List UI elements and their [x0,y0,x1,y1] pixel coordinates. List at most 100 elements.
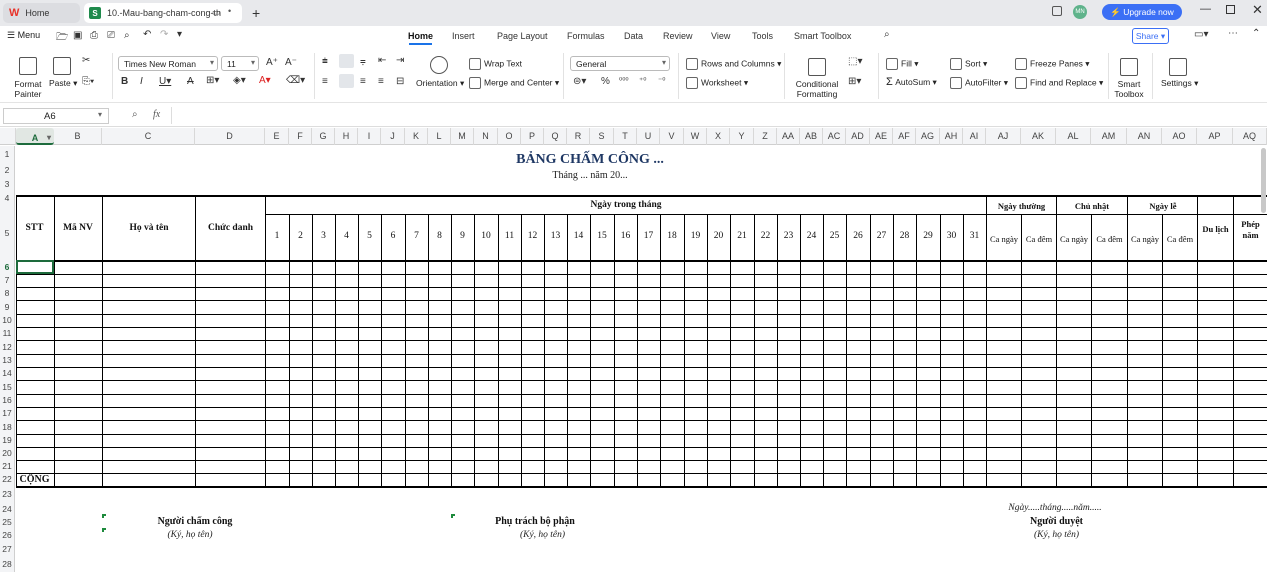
column-header[interactable]: C [102,128,195,145]
avatar[interactable]: MN [1073,5,1087,19]
window-layout-icon[interactable] [1052,6,1062,16]
vertical-scrollbar[interactable] [1261,148,1266,213]
decrease-decimal-icon[interactable]: ⁻⁰ [658,76,665,85]
ribbon-tab-review[interactable]: Review [663,31,693,41]
currency-icon[interactable]: ⊜▾ [573,76,586,87]
more-quick-access-icon[interactable]: ▾ [177,29,182,40]
ribbon-tab-data[interactable]: Data [624,31,643,41]
share-button[interactable]: Share ▾ [1132,28,1169,44]
row-header[interactable]: 14 [0,367,15,380]
font-size-select[interactable]: 11 [221,56,259,71]
clear-format-icon[interactable]: ⌫▾ [286,75,305,86]
increase-indent-icon[interactable]: ⇥ [396,55,404,66]
column-header[interactable]: P [521,128,544,145]
maximize-button[interactable] [1226,5,1235,14]
align-right-icon[interactable]: ≡ [360,76,366,87]
row-header[interactable]: 3 [0,178,15,191]
row-header[interactable]: 12 [0,340,15,354]
column-header[interactable]: B [54,128,102,145]
bold-icon[interactable]: B [121,76,128,87]
ribbon-tab-home[interactable]: Home [408,31,433,45]
row-header[interactable]: 21 [0,460,15,473]
ribbon-tab-page-layout[interactable]: Page Layout [497,31,548,41]
wrap-text-button[interactable]: Wrap Text [469,58,522,70]
row-header[interactable]: 7 [0,274,15,287]
justify-icon[interactable]: ≡ [378,76,384,87]
row-header[interactable]: 19 [0,434,15,447]
row-header[interactable]: 28 [0,556,15,572]
percent-icon[interactable]: % [601,76,610,87]
column-header[interactable]: S [590,128,614,145]
row-header[interactable]: 11 [0,327,15,340]
column-header[interactable]: AB [800,128,823,145]
smart-toolbox-button[interactable]: Smart Toolbox [1113,79,1145,99]
comment-icon[interactable]: ▭▾ [1194,29,1208,40]
font-name-select[interactable]: Times New Roman [118,56,218,71]
tab-document[interactable]: S 10.-Mau-bang-cham-cong-th ▭ • [84,3,242,23]
row-header[interactable]: 8 [0,287,15,300]
align-bottom-icon[interactable]: ⩦ [360,56,366,67]
decrease-indent-icon[interactable]: ⇤ [378,55,386,66]
close-window-button[interactable]: ✕ [1252,2,1263,18]
column-header[interactable]: Z [754,128,777,145]
column-header[interactable]: K [405,128,428,145]
column-header[interactable]: O [498,128,521,145]
name-box-dropdown-icon[interactable]: ▾ [98,110,102,119]
row-header[interactable]: 9 [0,300,15,314]
row-header[interactable]: 13 [0,354,15,367]
row-header[interactable]: 10 [0,314,15,327]
table-style-icon[interactable]: ⊞▾ [848,76,861,87]
autosum-button[interactable]: Σ AutoSum ▾ [886,77,937,88]
copy-icon[interactable]: ⎘▾ [82,76,94,87]
column-header[interactable]: R [567,128,590,145]
row-header[interactable]: 24 [0,502,15,516]
active-cell-a6[interactable] [16,260,54,274]
find-replace-button[interactable]: Find and Replace ▾ [1015,77,1103,89]
row-header[interactable]: 16 [0,394,15,407]
column-header[interactable]: AC [823,128,846,145]
column-header[interactable]: M [451,128,474,145]
column-header[interactable]: T [614,128,637,145]
worksheet-button[interactable]: Worksheet ▾ [686,77,748,89]
ribbon-tab-tools[interactable]: Tools [752,31,773,41]
column-header[interactable]: V [660,128,684,145]
column-header[interactable]: AF [893,128,916,145]
zoom-icon[interactable]: ⌕ [132,109,138,120]
ribbon-tab-view[interactable]: View [711,31,730,41]
cut-icon[interactable]: ✂ [82,55,90,66]
row-header[interactable]: 6 [0,260,15,274]
underline-icon[interactable]: U▾ [159,76,171,87]
row-header[interactable]: 5 [0,206,15,260]
ribbon-tab-smart-toolbox[interactable]: Smart Toolbox [794,31,851,41]
column-header[interactable]: AQ [1233,128,1267,145]
column-header[interactable]: AE [870,128,893,145]
rows-columns-button[interactable]: Rows and Columns ▾ [686,58,781,70]
borders-icon[interactable]: ⊞▾ [206,75,219,86]
row-header[interactable]: 22 [0,473,15,486]
align-middle-icon[interactable] [339,54,354,68]
settings-button[interactable]: Settings ▾ [1161,78,1198,88]
orientation-button[interactable]: Orientation ▾ [416,78,464,88]
column-header[interactable]: AH [940,128,963,145]
row-header[interactable]: 18 [0,420,15,434]
number-format-select[interactable]: General [570,56,670,71]
formula-input[interactable] [171,107,1261,124]
save-icon[interactable]: ▣ [73,30,82,41]
column-header[interactable]: AJ [986,128,1021,145]
column-header[interactable]: D [195,128,265,145]
row-header[interactable]: 26 [0,529,15,542]
column-header[interactable]: W [684,128,707,145]
column-header[interactable]: AA [777,128,800,145]
column-header[interactable]: Q [544,128,567,145]
column-header[interactable]: F [289,128,312,145]
search-icon[interactable]: ⌕ [884,29,890,40]
column-header[interactable]: X [707,128,730,145]
column-header[interactable]: N [474,128,498,145]
name-box[interactable]: A6 [3,108,109,124]
autofilter-button[interactable]: AutoFilter ▾ [950,77,1008,89]
conditional-formatting-button[interactable]: Conditional Formatting [792,79,842,99]
column-header[interactable]: E [265,128,289,145]
menu-button[interactable]: ☰ Menu [7,30,40,41]
format-painter-button[interactable]: Format Painter [12,79,44,99]
row-header[interactable]: 17 [0,407,15,420]
